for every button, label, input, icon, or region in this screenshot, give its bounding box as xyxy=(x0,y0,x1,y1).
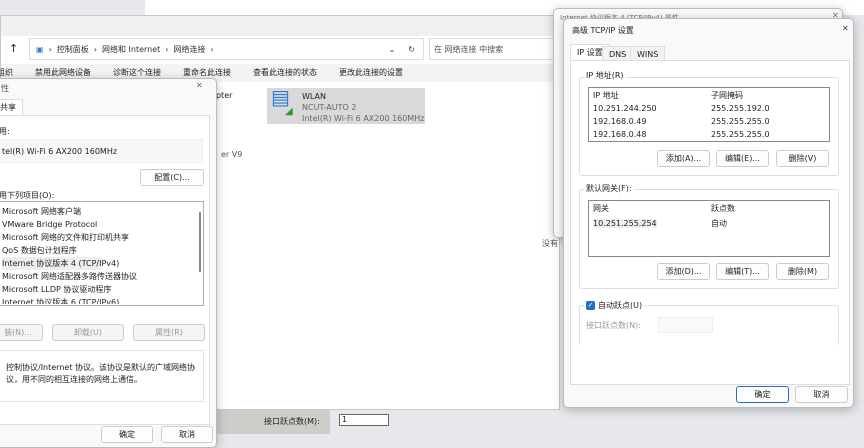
ok-button[interactable]: 确定 xyxy=(101,426,153,443)
breadcrumb-item[interactable]: 控制面板 xyxy=(57,44,89,55)
list-item[interactable]: Microsoft LLDP 协议驱动程序 xyxy=(2,283,203,296)
ok-button[interactable]: 确定 xyxy=(736,386,789,403)
add-ip-button[interactable]: 添加(A)... xyxy=(657,150,710,167)
list-item[interactable]: Internet 协议版本 6 (TCP/IPv6) xyxy=(2,296,203,304)
table-row[interactable]: 10.251.244.250 255.255.192.0 xyxy=(593,102,825,115)
explorer-titlebar xyxy=(1,16,559,36)
adapter-label: er V9 xyxy=(221,150,243,159)
metric-input[interactable]: 1 xyxy=(339,414,389,426)
dialog-title: 性 xyxy=(1,84,9,93)
breadcrumb-item[interactable]: 网络和 Internet xyxy=(102,44,160,55)
close-icon[interactable]: ✕ xyxy=(196,81,203,90)
description-text: 控制协议/Internet 协议。该协议是默认的广域网络协议，用不同的相互连接的… xyxy=(0,350,204,402)
ip-address-table[interactable]: IP 地址 子网掩码 10.251.244.250 255.255.192.0 19… xyxy=(588,87,830,142)
breadcrumb-item[interactable]: 网络连接 xyxy=(173,44,205,55)
wifi-signal-icon: ◢ xyxy=(285,106,293,117)
table-row[interactable]: 192.168.0.49 255.255.255.0 xyxy=(593,115,825,128)
items-label: 用下列项目(O): xyxy=(0,191,55,200)
checkmark-icon: ✓ xyxy=(586,301,595,310)
auto-metric-label: 自动跃点(U) xyxy=(598,301,643,310)
up-arrow-icon[interactable]: ↑ xyxy=(9,42,18,55)
list-item[interactable]: Microsoft 网络的文件和打印机共享 xyxy=(2,231,203,244)
auto-metric-checkbox[interactable]: ✓ 自动跃点(U) xyxy=(584,300,645,311)
network-adapter-icon: ▤ xyxy=(271,85,290,109)
cmd-status[interactable]: 查看此连接的状态 xyxy=(253,67,317,82)
components-list[interactable]: Microsoft 网络客户端 VMware Bridge Protocol M… xyxy=(0,201,204,306)
connect-using-label: 用: xyxy=(0,127,10,136)
tab-sharing[interactable]: 共享 xyxy=(0,99,23,115)
add-gateway-button[interactable]: 添加(D)... xyxy=(657,263,710,280)
cmd-settings[interactable]: 更改此连接的设置 xyxy=(339,67,403,82)
metric-input[interactable] xyxy=(658,317,713,333)
column-header[interactable]: 网关 xyxy=(593,202,711,217)
advanced-tcpip-dialog: 高级 TCP/IP 设置 ✕ IP 设置 DNS WINS IP 地址(R) I… xyxy=(563,18,854,408)
properties-button[interactable]: 属性(R) xyxy=(133,324,205,341)
table-row[interactable]: 10.251.255.254 自动 xyxy=(593,217,825,230)
cancel-button[interactable]: 取消 xyxy=(161,426,213,443)
table-row[interactable]: 192.168.0.48 255.255.255.0 xyxy=(593,128,825,138)
adapter-field: tel(R) Wi-Fi 6 AX200 160MHz xyxy=(0,139,203,163)
address-bar[interactable]: ▣ › 控制面板 › 网络和 Internet › 网络连接 › ⌄ ↻ xyxy=(29,38,424,60)
list-item[interactable]: Internet 协议版本 4 (TCP/IPv4) xyxy=(2,257,119,270)
control-panel-icon: ▣ xyxy=(36,44,44,54)
column-header[interactable]: IP 地址 xyxy=(593,89,711,102)
search-input[interactable]: 在 网络连接 中搜索 xyxy=(429,38,564,60)
scrollbar[interactable] xyxy=(199,212,201,272)
uninstall-button[interactable]: 卸载(U) xyxy=(52,324,124,341)
list-item[interactable]: VMware Bridge Protocol xyxy=(2,218,203,231)
wlan-adapter-item[interactable]: ▤ ◢ WLAN NCUT-AUTO 2 Intel(R) Wi-Fi 6 AX… xyxy=(267,85,425,124)
configure-button[interactable]: 配置(C)... xyxy=(140,169,204,186)
adapter-network: NCUT-AUTO 2 xyxy=(302,103,357,112)
wlan-properties-dialog: 性 ✕ 共享 用: tel(R) Wi-Fi 6 AX200 160MHz 配置… xyxy=(0,78,217,448)
group-label: 默认网关(F): xyxy=(584,183,634,194)
adapter-device: Intel(R) Wi-Fi 6 AX200 160MHz xyxy=(302,114,425,123)
refresh-icon[interactable]: ↻ xyxy=(408,45,415,54)
column-header[interactable]: 跃点数 xyxy=(711,202,735,217)
group-label: IP 地址(R) xyxy=(584,70,626,81)
close-icon[interactable]: ✕ xyxy=(842,24,849,33)
install-button[interactable]: 装(N)... xyxy=(0,324,43,341)
remove-ip-button[interactable]: 删除(V) xyxy=(776,150,829,167)
gateway-table[interactable]: 网关 跃点数 10.251.255.254 自动 xyxy=(588,200,830,257)
list-item[interactable]: QoS 数据包计划程序 xyxy=(2,244,203,257)
adapter-name: WLAN xyxy=(302,92,327,101)
remove-gateway-button[interactable]: 删除(M) xyxy=(776,263,829,280)
list-item[interactable]: Microsoft 网络客户端 xyxy=(2,205,203,218)
edit-gateway-button[interactable]: 编辑(T)... xyxy=(716,263,769,280)
column-header[interactable]: 子网掩码 xyxy=(711,89,743,102)
metric-label: 接口跃点数(M): xyxy=(264,417,320,426)
dialog-title: 高级 TCP/IP 设置 xyxy=(572,26,634,35)
edit-ip-button[interactable]: 编辑(E)... xyxy=(716,150,769,167)
chevron-down-icon[interactable]: ⌄ xyxy=(389,45,396,54)
cancel-button[interactable]: 取消 xyxy=(795,386,848,403)
status-text: 没有 xyxy=(542,239,558,248)
metric-label: 接口跃点数(N): xyxy=(586,321,641,330)
list-item[interactable]: Microsoft 网络适配器多路传送器协议 xyxy=(2,270,203,283)
